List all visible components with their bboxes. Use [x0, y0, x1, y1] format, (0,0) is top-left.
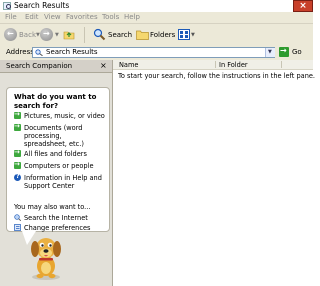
- column-divider[interactable]: [281, 61, 282, 68]
- arrow-right-icon: [14, 122, 21, 131]
- go-arrow-icon: →: [280, 46, 287, 55]
- menu-bar: File Edit View Favorites Tools Help: [0, 12, 313, 24]
- forward-arrow-icon: →: [43, 29, 50, 38]
- close-button[interactable]: ×: [293, 0, 313, 12]
- window-title: Search Results: [14, 1, 70, 10]
- menu-view[interactable]: View: [44, 13, 61, 21]
- menu-help[interactable]: Help: [124, 13, 140, 21]
- companion-header: Search Companion ×: [0, 60, 112, 73]
- search-companion-pane: Search Companion × What do you want to s…: [0, 60, 113, 286]
- go-button[interactable]: →: [279, 46, 289, 57]
- menu-file[interactable]: File: [5, 13, 17, 21]
- go-label[interactable]: Go: [292, 48, 302, 56]
- views-button[interactable]: ▼: [178, 27, 197, 43]
- address-field[interactable]: Search Results ▼: [32, 47, 275, 58]
- forward-button[interactable]: →: [40, 28, 53, 41]
- views-icon: [178, 29, 190, 40]
- back-label: Back: [19, 31, 36, 39]
- folders-icon: [136, 30, 149, 40]
- arrow-right-icon: [14, 110, 21, 119]
- help-icon: [14, 173, 21, 181]
- close-icon[interactable]: ×: [100, 62, 107, 70]
- toolbar-separator: [84, 27, 85, 43]
- search-button[interactable]: Search: [91, 27, 133, 43]
- also-label: You may also want to...: [14, 203, 91, 211]
- search-balloon: What do you want to search for? Pictures…: [6, 87, 110, 232]
- folders-button[interactable]: Folders: [134, 27, 176, 43]
- preferences-icon: [14, 224, 21, 231]
- menu-favorites[interactable]: Favorites: [66, 13, 98, 21]
- back-arrow-icon: ←: [7, 29, 14, 38]
- column-header-in-folder[interactable]: In Folder: [219, 61, 248, 69]
- search-label: Search: [108, 31, 133, 39]
- arrow-right-icon: [14, 148, 21, 157]
- views-dropdown-icon: ▼: [191, 32, 195, 38]
- internet-search-icon: [14, 214, 21, 221]
- standard-toolbar: ← Back ▼ → ▼ Search Folders ▼: [0, 24, 313, 47]
- address-value: Search Results: [46, 48, 98, 56]
- menu-edit[interactable]: Edit: [25, 13, 39, 21]
- option-label: All files and folders: [24, 150, 87, 158]
- results-pane: Name In Folder To start your search, fol…: [113, 60, 316, 286]
- folders-label: Folders: [150, 31, 176, 39]
- search-question: What do you want to search for?: [14, 93, 97, 110]
- address-bar: Address Search Results ▼ → Go: [0, 46, 313, 61]
- chevron-down-icon: ▼: [268, 49, 272, 55]
- option-label: Documents (word processing, spreadsheet,…: [24, 124, 84, 148]
- companion-title: Search Companion: [6, 62, 73, 70]
- explorer-window: Search Results × File Edit View Favorite…: [0, 0, 316, 286]
- menu-tools[interactable]: Tools: [102, 13, 119, 21]
- option-label: Search the Internet: [24, 214, 88, 222]
- up-folder-icon[interactable]: [63, 28, 75, 40]
- arrow-right-icon: [14, 160, 21, 169]
- search-results-icon: [35, 49, 43, 56]
- column-divider[interactable]: [215, 61, 216, 68]
- address-dropdown-icon[interactable]: ▼: [265, 48, 275, 57]
- option-label: Computers or people: [24, 162, 94, 170]
- forward-dropdown-icon[interactable]: ▼: [55, 32, 59, 38]
- option-label: Pictures, music, or video: [24, 112, 105, 120]
- results-hint: To start your search, follow the instruc…: [118, 72, 316, 80]
- title-bar: Search Results ×: [0, 0, 313, 12]
- results-column-headers: Name In Folder: [113, 60, 313, 70]
- column-header-name[interactable]: Name: [119, 61, 138, 69]
- option-label: Information in Help and Support Center: [24, 174, 102, 190]
- address-label: Address: [6, 48, 34, 56]
- search-icon: [93, 28, 106, 41]
- search-dog-icon[interactable]: [26, 231, 66, 281]
- back-button[interactable]: ←: [4, 28, 17, 41]
- search-window-icon: [3, 2, 11, 10]
